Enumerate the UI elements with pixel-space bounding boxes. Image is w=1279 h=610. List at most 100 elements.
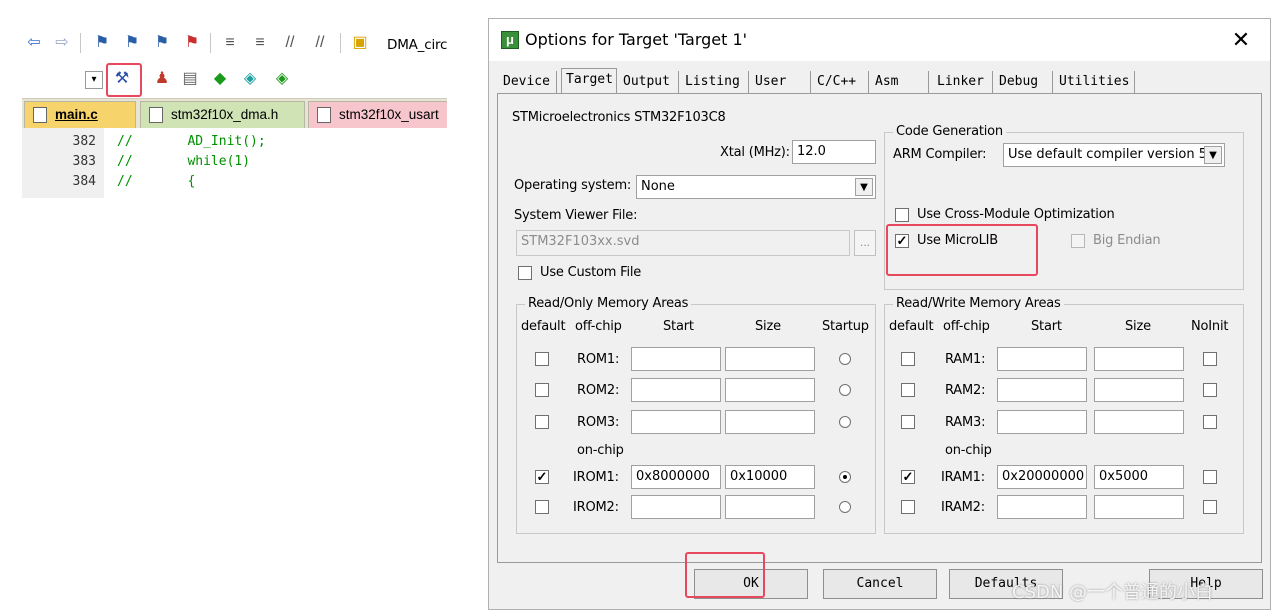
rom2-default-checkbox[interactable] xyxy=(535,383,549,397)
ram2-size-input[interactable] xyxy=(1094,378,1184,402)
iram2-size-input[interactable] xyxy=(1094,495,1184,519)
ram2-start-input[interactable] xyxy=(997,378,1087,402)
file-extensions-icon[interactable]: ▤ xyxy=(180,69,200,89)
rom2-startup-radio[interactable] xyxy=(839,384,851,396)
rom3-start-input[interactable] xyxy=(631,410,721,434)
ram1-start-input[interactable] xyxy=(997,347,1087,371)
prev-bookmark-icon[interactable]: ⚑ xyxy=(122,33,142,53)
iram2-default-checkbox[interactable] xyxy=(901,500,915,514)
code-generation-title: Code Generation xyxy=(893,124,1006,139)
arm-compiler-select[interactable]: Use default compiler version 5 ▼ xyxy=(1003,143,1225,167)
clear-bookmarks-icon[interactable]: ⚑ xyxy=(182,33,202,53)
ram2-noinit-checkbox[interactable] xyxy=(1203,383,1217,397)
target-name-label[interactable]: DMA_circ xyxy=(387,37,447,53)
rom3-size-input[interactable] xyxy=(725,410,815,434)
big-endian-checkbox[interactable] xyxy=(1071,234,1085,248)
dropdown-arrow-icon[interactable]: ▾ xyxy=(85,71,103,89)
ide-toolbar-top: ⇦ ⇨ ⚑ ⚑ ⚑ ⚑ ≡ ≡ // // ▣ DMA_circ xyxy=(22,28,447,58)
next-bookmark-icon[interactable]: ⚑ xyxy=(152,33,172,53)
col-offchip: off-chip xyxy=(943,319,990,334)
rom2-start-input[interactable] xyxy=(631,378,721,402)
rom1-default-checkbox[interactable] xyxy=(535,352,549,366)
file-icon xyxy=(33,107,47,123)
rom1-startup-radio[interactable] xyxy=(839,353,851,365)
ram3-noinit-checkbox[interactable] xyxy=(1203,415,1217,429)
code-editor[interactable]: 382 // AD_Init(); 383 // while(1) 384 //… xyxy=(22,128,447,198)
rom-areas-group: Read/Only Memory Areas default off-chip … xyxy=(516,296,876,534)
ram1-size-input[interactable] xyxy=(1094,347,1184,371)
tab-output[interactable]: Output xyxy=(619,71,679,93)
ram3-size-input[interactable] xyxy=(1094,410,1184,434)
irom1-default-checkbox[interactable]: ✓ xyxy=(535,470,549,484)
irom2-start-input[interactable] xyxy=(631,495,721,519)
tab-debug[interactable]: Debug xyxy=(995,71,1053,93)
tab-listing[interactable]: Listing xyxy=(681,71,749,93)
irom2-startup-radio[interactable] xyxy=(839,501,851,513)
rom3-startup-radio[interactable] xyxy=(839,416,851,428)
os-select[interactable]: None ▼ xyxy=(636,175,876,199)
pack-installer-icon[interactable]: ◆ xyxy=(210,69,230,89)
unindent-icon[interactable]: ≡ xyxy=(250,33,270,53)
ram-row-name: IRAM2: xyxy=(941,500,985,515)
indent-icon[interactable]: ≡ xyxy=(220,33,240,53)
iram2-start-input[interactable] xyxy=(997,495,1087,519)
close-button[interactable]: ✕ xyxy=(1228,27,1254,53)
tab-user[interactable]: User xyxy=(751,71,811,93)
tab-target[interactable]: Target xyxy=(561,68,617,94)
select-packs-icon[interactable]: ◈ xyxy=(240,69,260,89)
manage-project-icon[interactable]: ♟ xyxy=(152,69,172,89)
rom-areas-title: Read/Only Memory Areas xyxy=(525,296,692,311)
back-arrow-icon[interactable]: ⇦ xyxy=(24,33,44,53)
iram1-default-checkbox[interactable]: ✓ xyxy=(901,470,915,484)
iram2-noinit-checkbox[interactable] xyxy=(1203,500,1217,514)
irom2-default-checkbox[interactable] xyxy=(535,500,549,514)
uncomment-icon[interactable]: // xyxy=(310,33,330,53)
cross-module-opt-checkbox[interactable] xyxy=(895,208,909,222)
line-number: 383 xyxy=(72,154,96,169)
irom1-startup-radio[interactable] xyxy=(839,471,851,483)
tab-stm32f10x-usart[interactable]: stm32f10x_usart xyxy=(308,101,447,129)
xtal-input[interactable]: 12.0 xyxy=(792,140,876,164)
forward-arrow-icon[interactable]: ⇨ xyxy=(52,33,72,53)
highlight-options-button xyxy=(106,63,142,97)
bookmark-icon[interactable]: ⚑ xyxy=(92,33,112,53)
ram-areas-group: Read/Write Memory Areas default off-chip… xyxy=(884,296,1244,534)
rom-row-name: IROM2: xyxy=(573,500,619,515)
rom-row-name: ROM2: xyxy=(577,383,620,398)
cancel-button[interactable]: Cancel xyxy=(823,569,937,599)
tab-stm32f10x-dma-h[interactable]: stm32f10x_dma.h xyxy=(140,101,305,129)
tab-device[interactable]: Device xyxy=(499,71,557,93)
line-number: 382 xyxy=(72,134,96,149)
iram1-size-input[interactable]: 0x5000 xyxy=(1094,465,1184,489)
ram1-noinit-checkbox[interactable] xyxy=(1203,352,1217,366)
ram2-default-checkbox[interactable] xyxy=(901,383,915,397)
rom1-size-input[interactable] xyxy=(725,347,815,371)
find-in-files-icon[interactable]: ▣ xyxy=(350,33,370,53)
iram1-start-input[interactable]: 0x20000000 xyxy=(997,465,1087,489)
use-custom-file-checkbox[interactable] xyxy=(518,266,532,280)
rom-row-name: ROM3: xyxy=(577,415,620,430)
tab-c-cpp[interactable]: C/C++ xyxy=(813,71,869,93)
tab-utilities[interactable]: Utilities xyxy=(1055,71,1135,93)
irom1-start-input[interactable]: 0x8000000 xyxy=(631,465,721,489)
tab-main-c[interactable]: main.c xyxy=(24,101,136,129)
svf-input[interactable]: STM32F103xx.svd xyxy=(516,230,850,256)
iram1-noinit-checkbox[interactable] xyxy=(1203,470,1217,484)
ram3-start-input[interactable] xyxy=(997,410,1087,434)
ram3-default-checkbox[interactable] xyxy=(901,415,915,429)
ram-areas-title: Read/Write Memory Areas xyxy=(893,296,1064,311)
chevron-down-icon: ▼ xyxy=(855,178,873,196)
tab-asm[interactable]: Asm xyxy=(871,71,929,93)
irom2-size-input[interactable] xyxy=(725,495,815,519)
rom2-size-input[interactable] xyxy=(725,378,815,402)
big-endian-label: Big Endian xyxy=(1093,233,1161,248)
ram1-default-checkbox[interactable] xyxy=(901,352,915,366)
dialog-titlebar[interactable]: μ Options for Target 'Target 1' ✕ xyxy=(489,19,1270,61)
browse-svf-button[interactable]: ... xyxy=(854,230,876,256)
manage-rte-icon[interactable]: ◈ xyxy=(272,69,292,89)
rom3-default-checkbox[interactable] xyxy=(535,415,549,429)
comment-icon[interactable]: // xyxy=(280,33,300,53)
rom1-start-input[interactable] xyxy=(631,347,721,371)
irom1-size-input[interactable]: 0x10000 xyxy=(725,465,815,489)
tab-linker[interactable]: Linker xyxy=(933,71,993,93)
